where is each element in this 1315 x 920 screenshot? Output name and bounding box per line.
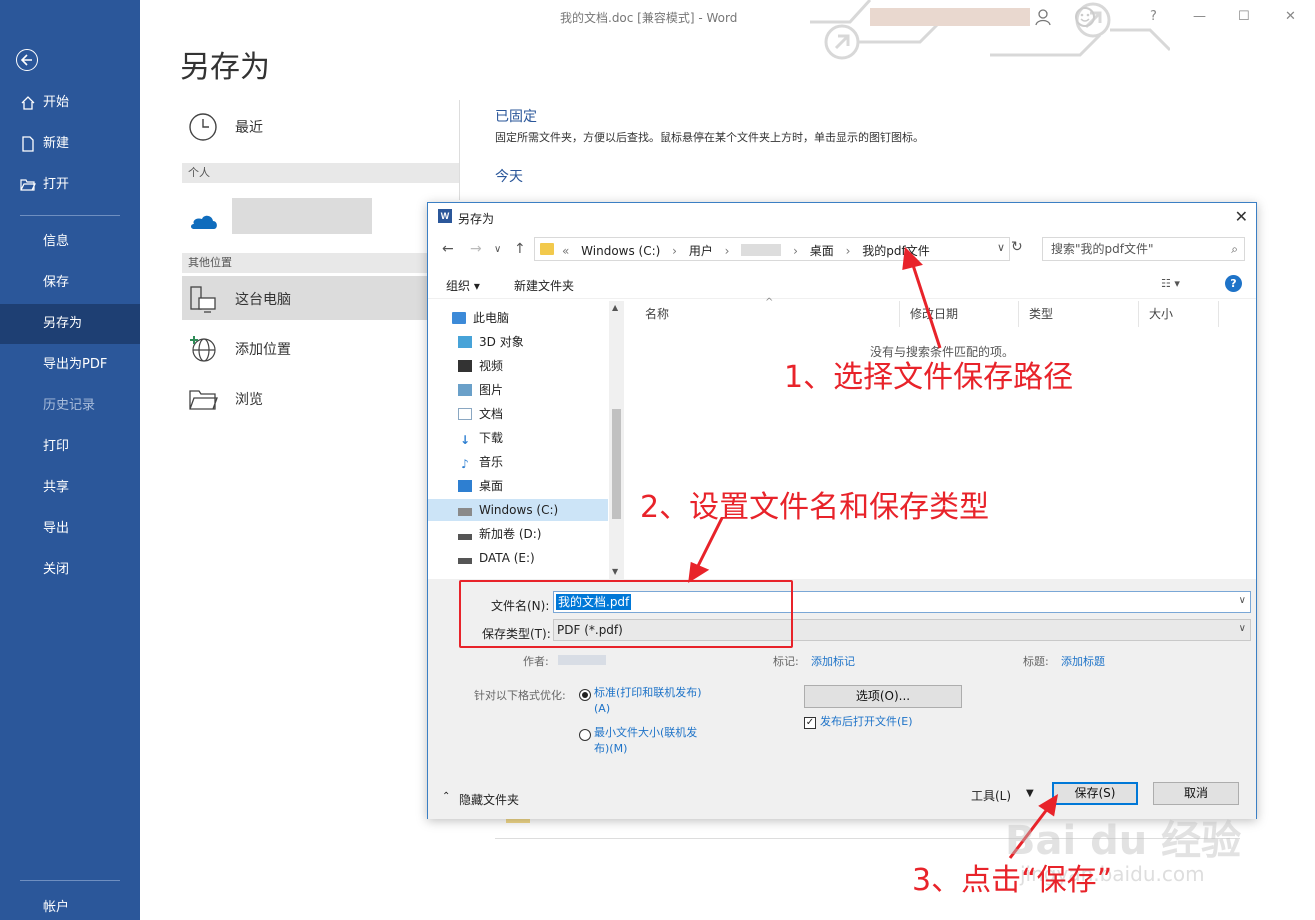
annotation-step-1: 1、选择文件保存路径 <box>784 360 1074 395</box>
annotation-arrows <box>688 246 1059 859</box>
annotation-step-3: 3、点击“保存” <box>912 863 1113 898</box>
annotation-step-2: 2、设置文件名和保存类型 <box>640 490 990 525</box>
